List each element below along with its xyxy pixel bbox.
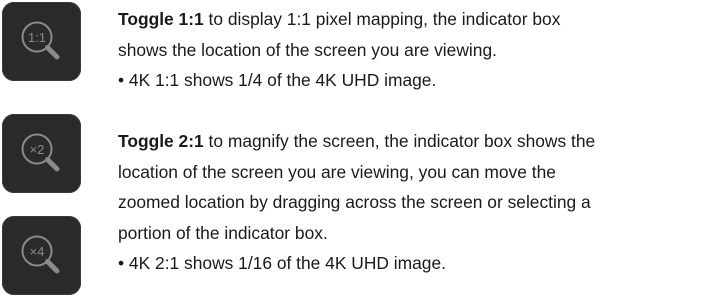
section-1-line-1: Toggle 1:1 to display 1:1 pixel mapping,…: [118, 9, 561, 29]
zoom-x4-button[interactable]: ×4: [2, 216, 81, 295]
magnifier-1-1-icon: 1:1: [21, 21, 60, 60]
section-1-bold: Toggle 1:1: [118, 9, 204, 29]
zoom-x2-button[interactable]: ×2: [2, 114, 81, 193]
magnifier-1-1-label: 1:1: [28, 30, 46, 45]
magnifier-x4-icon: ×4: [21, 235, 60, 274]
section-2-line-5: • 4K 2:1 shows 1/16 of the 4K UHD image.: [118, 253, 446, 273]
magnifier-x2-label: ×2: [30, 142, 45, 157]
section-2-bold: Toggle 2:1: [118, 131, 204, 151]
magnifier-x4-label: ×4: [30, 244, 45, 259]
section-2-line-4: portion of the indicator box.: [118, 222, 328, 243]
section-2-text: Toggle 2:1 to magnify the screen, the in…: [118, 126, 702, 279]
zoom-1-1-button[interactable]: 1:1: [2, 2, 81, 81]
section-1-line-3: • 4K 1:1 shows 1/4 of the 4K UHD image.: [118, 70, 437, 90]
magnifier-x2-icon: ×2: [21, 133, 60, 172]
section-2-line-2: location of the screen you are viewing, …: [118, 161, 556, 182]
section-2-line-3: zoomed location by dragging across the s…: [118, 192, 591, 212]
section-1-line-2: shows the location of the screen you are…: [118, 39, 497, 60]
section-1-text: Toggle 1:1 to display 1:1 pixel mapping,…: [118, 4, 702, 96]
section-2-line-1: Toggle 2:1 to magnify the screen, the in…: [118, 131, 596, 151]
